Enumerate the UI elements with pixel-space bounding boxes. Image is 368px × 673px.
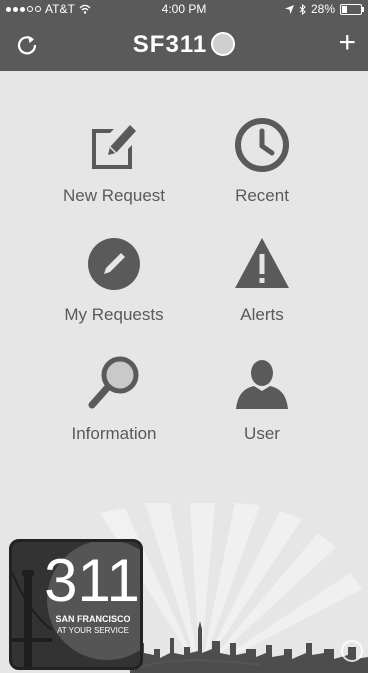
battery-percent: 28% bbox=[310, 2, 335, 16]
status-bar: AT&T 4:00 PM 28% bbox=[0, 0, 368, 18]
skyline-banner: 311 SAN FRANCISCO AT YOUR SERVICE bbox=[0, 503, 368, 673]
information-tile[interactable]: Information bbox=[39, 353, 189, 444]
pencil-circle-icon bbox=[88, 238, 140, 290]
app-title: SF311 bbox=[0, 31, 368, 59]
logo-line1: SAN FRANCISCO bbox=[55, 614, 131, 624]
recent-tile[interactable]: Recent bbox=[187, 115, 337, 206]
recent-label: Recent bbox=[235, 186, 289, 205]
city-seal-icon bbox=[211, 31, 236, 56]
sf311-logo[interactable]: 311 SAN FRANCISCO AT YOUR SERVICE bbox=[9, 539, 143, 670]
user-label: User bbox=[244, 424, 280, 443]
alerts-label: Alerts bbox=[240, 305, 284, 324]
new-request-label: New Request bbox=[62, 186, 166, 205]
bluetooth-icon bbox=[299, 3, 306, 15]
magnifier-icon bbox=[88, 356, 139, 409]
user-tile[interactable]: User bbox=[187, 353, 337, 444]
new-request-tile[interactable]: New Request bbox=[39, 115, 189, 206]
user-icon bbox=[236, 360, 288, 409]
status-right: 28% bbox=[284, 2, 364, 16]
app-title-text: SF311 bbox=[132, 31, 208, 58]
alert-triangle-icon bbox=[235, 238, 289, 288]
add-button[interactable]: + bbox=[338, 28, 356, 58]
location-arrow-icon bbox=[284, 4, 294, 14]
logo-line2: AT YOUR SERVICE bbox=[57, 626, 129, 635]
my-requests-tile[interactable]: My Requests bbox=[39, 234, 189, 325]
logo-number: 311 bbox=[44, 547, 140, 614]
navigation-bar: SF311 + bbox=[0, 18, 368, 71]
clock-icon bbox=[235, 118, 289, 172]
battery-icon bbox=[340, 3, 364, 15]
alerts-tile[interactable]: Alerts bbox=[187, 234, 337, 325]
new-request-icon bbox=[92, 125, 136, 169]
my-requests-label: My Requests bbox=[64, 305, 164, 324]
information-label: Information bbox=[71, 424, 157, 443]
